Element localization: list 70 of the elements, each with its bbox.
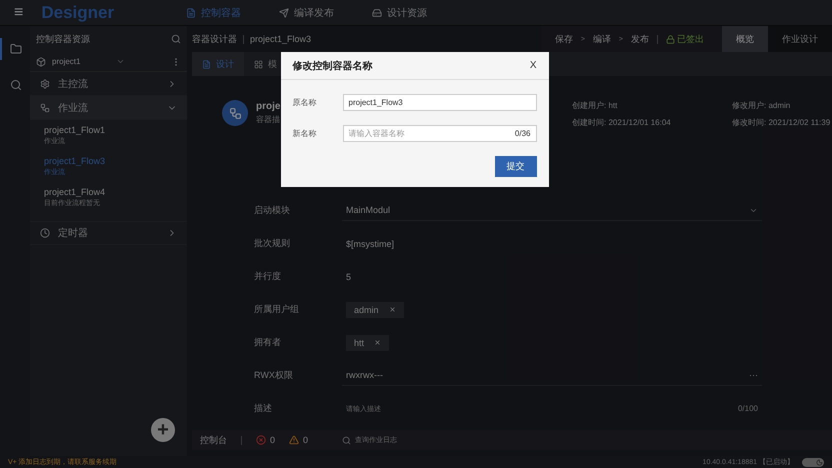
drive-icon — [372, 8, 382, 18]
field-value: $[msystime] — [346, 238, 394, 248]
console-label[interactable]: 控制台 — [200, 434, 227, 446]
info-text: 创建时间: 2021/12/01 16:04 — [572, 117, 672, 128]
toolbar-action[interactable]: 发布 — [631, 32, 649, 46]
permission-field[interactable]: rwxrwx--- ··· — [342, 366, 762, 386]
close-icon[interactable] — [388, 306, 396, 313]
clock-icon — [40, 228, 50, 238]
field-label: 所属用户组 — [254, 303, 300, 316]
content-tab[interactable]: 模 — [244, 52, 287, 76]
view-tab[interactable]: 作业设计 — [768, 26, 832, 52]
error-icon — [256, 435, 266, 445]
warning-count: 0 — [303, 435, 308, 445]
sidebar-title: 控制容器资源 — [36, 32, 90, 46]
menu-button[interactable]: ≡ — [8, 4, 30, 20]
field-label: 描述 — [254, 402, 273, 415]
field-label: 批次规则 — [254, 237, 291, 250]
field-label: 新名称 — [292, 128, 316, 139]
moon-icon — [816, 458, 823, 466]
tag[interactable]: admin — [346, 302, 404, 318]
info-text: 修改时间: 2021/12/02 11:39 — [732, 117, 832, 128]
checkout-status: 已签出 — [677, 32, 704, 46]
field-label: 并行度 — [254, 270, 282, 283]
document-icon — [186, 8, 196, 18]
tree-group[interactable]: 作业流 — [30, 96, 187, 120]
document-icon — [202, 60, 211, 68]
view-tab[interactable]: 概览 — [722, 26, 768, 52]
lock-icon — [666, 34, 675, 44]
cube-icon — [36, 56, 46, 66]
search-icon — [342, 436, 352, 444]
app-logo: Designer — [41, 2, 114, 22]
toolbar-action[interactable]: 保存 — [554, 32, 573, 46]
search-icon[interactable] — [171, 34, 181, 44]
char-count: 0/36 — [514, 129, 530, 138]
dialog-title: 修改控制容器名称 — [292, 59, 372, 72]
breadcrumb-item[interactable]: 容器设计器 — [192, 32, 237, 46]
field-label: RWX权限 — [254, 369, 294, 382]
info-text: 创建用户: htt — [572, 100, 618, 111]
chevron-down-icon[interactable] — [116, 57, 126, 66]
field-label: 原名称 — [292, 97, 316, 108]
container-title: proje — [256, 101, 280, 112]
add-button[interactable]: + — [151, 418, 175, 442]
tree-group[interactable]: 定时器 — [30, 221, 187, 245]
close-icon[interactable] — [374, 339, 382, 346]
submit-button[interactable]: 提交 — [494, 156, 536, 177]
close-button[interactable]: X — [530, 60, 536, 71]
flow-icon — [40, 102, 50, 112]
nav-tab[interactable]: 编译发布 — [279, 6, 334, 20]
flow-avatar-icon — [222, 100, 248, 126]
select-field[interactable]: MainModul — [342, 200, 762, 220]
project-select[interactable]: project1 — [52, 57, 80, 66]
field-label: 拥有者 — [254, 336, 282, 349]
folder-icon — [10, 43, 22, 55]
grid-icon — [254, 60, 263, 68]
error-count: 0 — [270, 435, 276, 445]
search-icon — [10, 79, 22, 91]
name-input-field[interactable]: project1_Flow3 — [342, 94, 536, 111]
char-count: 0/100 — [738, 404, 758, 413]
theme-toggle[interactable] — [802, 458, 824, 466]
info-text: 修改用户: admin — [732, 100, 792, 111]
nav-tab[interactable]: 设计资源 — [372, 6, 428, 20]
paper-plane-icon — [279, 8, 290, 18]
breadcrumb-item: project1_Flow3 — [250, 34, 312, 44]
field-value: 5 — [346, 272, 352, 282]
container-description: 容器描 — [256, 114, 280, 125]
toolbar-action[interactable]: 编译 — [592, 32, 611, 46]
field-label: 启动模块 — [254, 204, 291, 217]
gear-icon — [40, 78, 50, 88]
tag[interactable]: htt — [346, 334, 390, 350]
warning-icon — [289, 435, 300, 445]
